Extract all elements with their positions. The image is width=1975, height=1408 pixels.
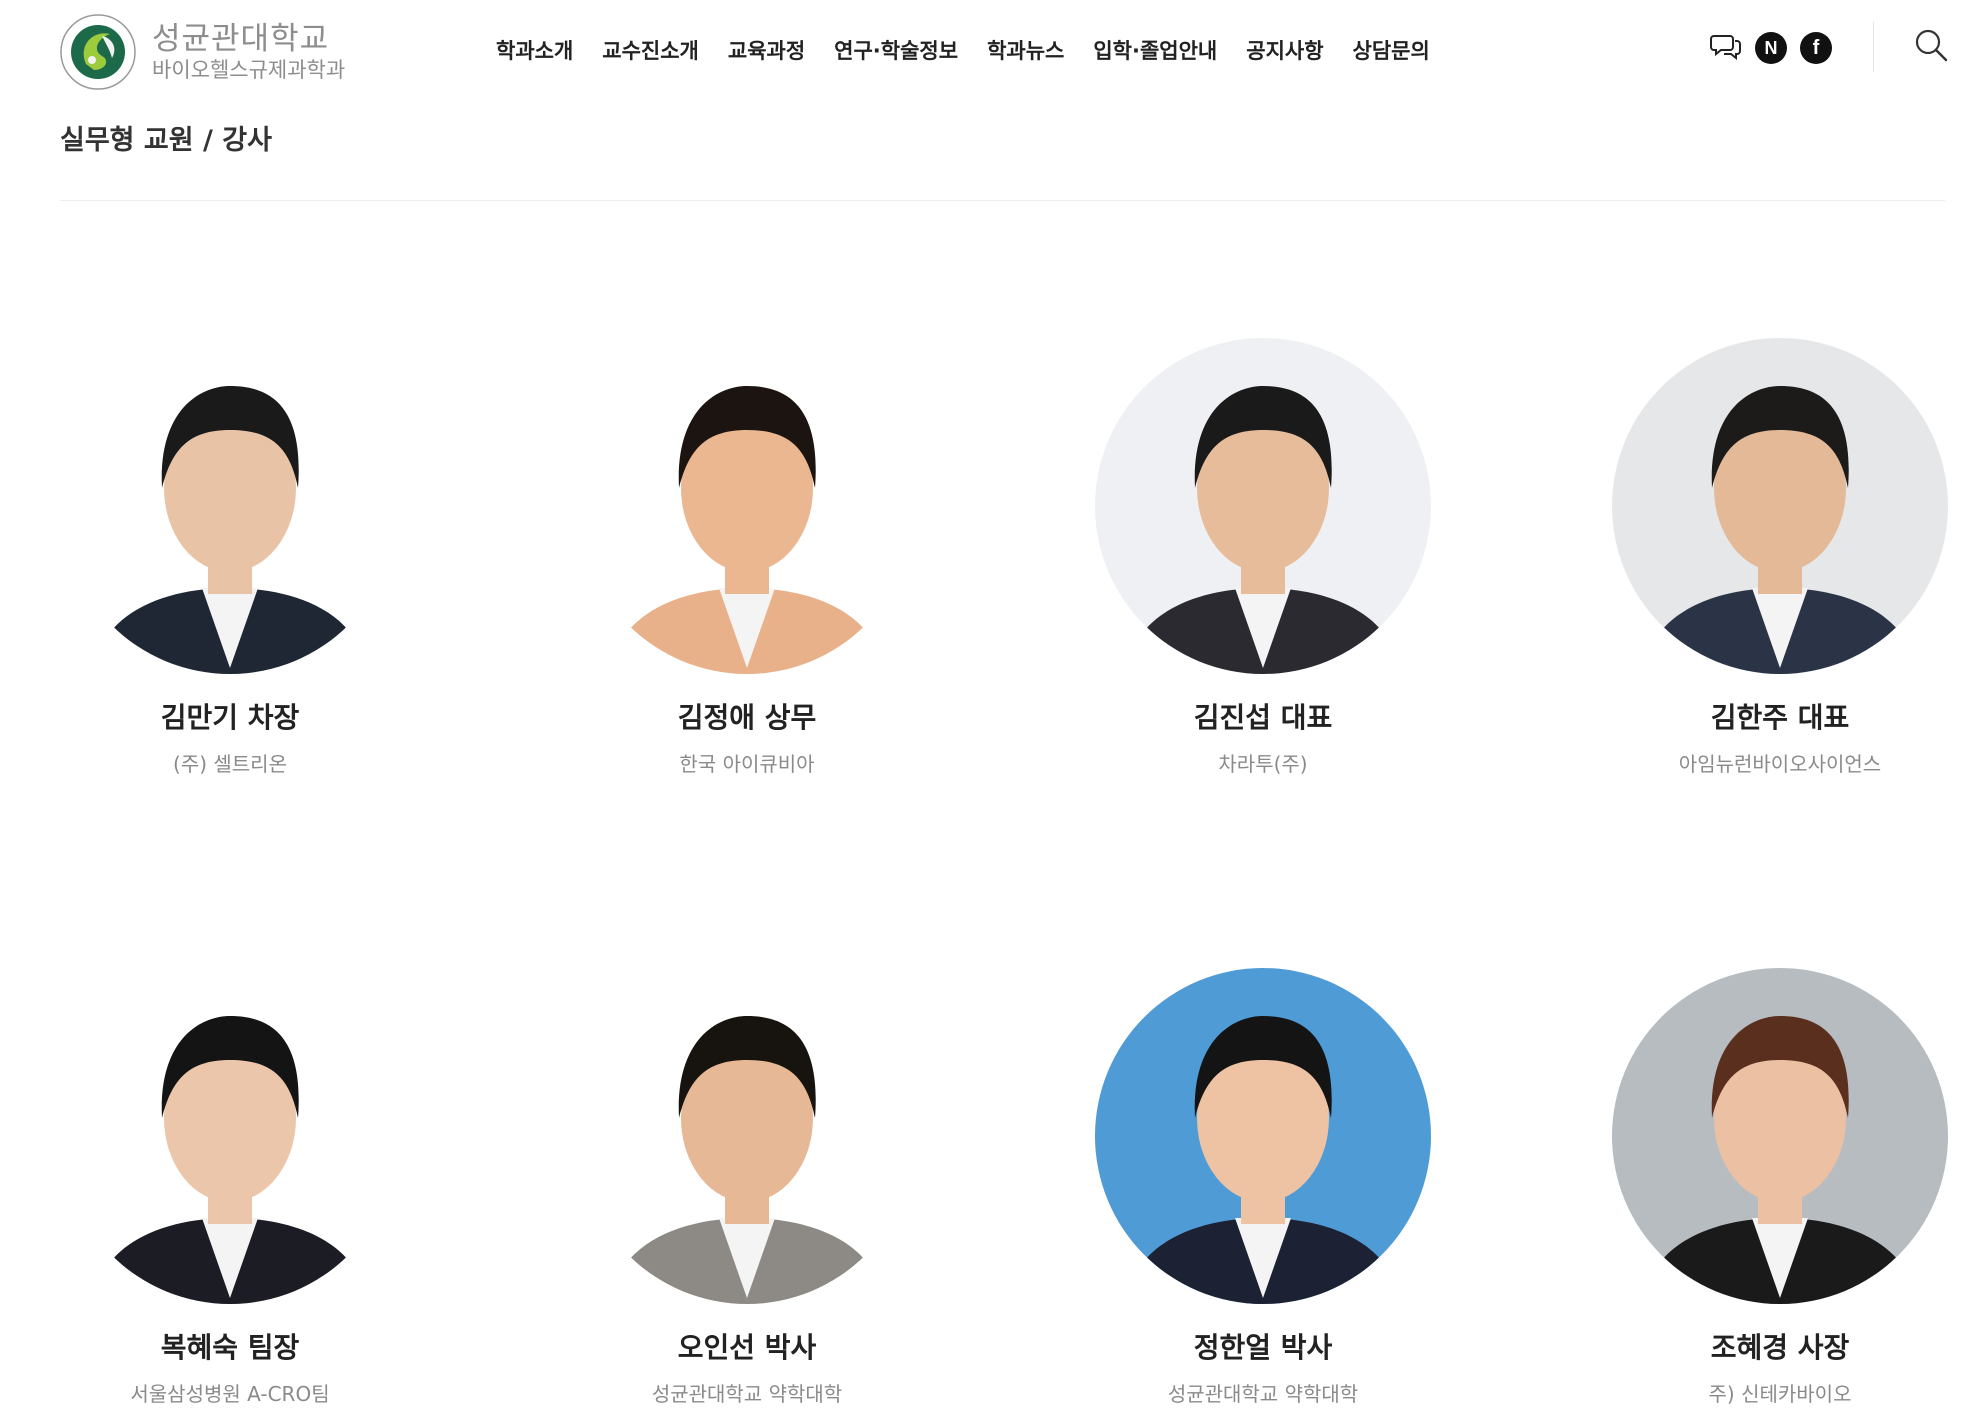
nav-item-inquiry[interactable]: 상담문의 (1353, 35, 1430, 65)
nav-item-curriculum[interactable]: 교육과정 (728, 35, 805, 65)
nav-item-faculty[interactable]: 교수진소개 (602, 35, 699, 65)
nav-item-admission[interactable]: 입학·졸업안내 (1093, 35, 1217, 65)
nav-item-department-intro[interactable]: 학과소개 (496, 35, 573, 65)
title-divider (60, 200, 1945, 201)
portrait-image (579, 338, 915, 674)
staff-name: 정한얼 박사 (1193, 1331, 1333, 1364)
portrait-image (62, 338, 398, 674)
staff-card[interactable]: 김한주 대표 아임뉴런바이오사이언스 (1610, 338, 1950, 777)
site-header: 성균관대학교 바이오헬스규제과학과 학과소개 교수진소개 교육과정 연구·학술정… (0, 0, 1975, 100)
portrait-image (62, 968, 398, 1304)
staff-photo (1612, 968, 1948, 1304)
staff-name: 조혜경 사장 (1710, 1331, 1850, 1364)
staff-photo (579, 968, 915, 1304)
header-divider (1873, 22, 1874, 72)
staff-card[interactable]: 정한얼 박사 성균관대학교 약학대학 (1093, 968, 1433, 1407)
staff-affiliation: 성균관대학교 약학대학 (1167, 1382, 1359, 1406)
search-icon[interactable] (1914, 28, 1948, 66)
nav-item-research[interactable]: 연구·학술정보 (834, 35, 958, 65)
chat-bubbles-icon[interactable] (1710, 32, 1742, 64)
staff-affiliation: 성균관대학교 약학대학 (651, 1382, 843, 1406)
main-nav: 학과소개 교수진소개 교육과정 연구·학술정보 학과뉴스 입학·졸업안내 공지사… (496, 30, 1459, 70)
naver-blog-icon[interactable]: N (1755, 32, 1787, 64)
nav-item-news[interactable]: 학과뉴스 (987, 35, 1064, 65)
portrait-image (1095, 338, 1431, 674)
staff-name: 복혜숙 팀장 (160, 1331, 300, 1364)
staff-card[interactable]: 복혜숙 팀장 서울삼성병원 A-CRO팀 (60, 968, 400, 1407)
staff-photo (1095, 338, 1431, 674)
portrait-image (1095, 968, 1431, 1304)
staff-card[interactable]: 오인선 박사 성균관대학교 약학대학 (577, 968, 917, 1407)
page-title: 실무형 교원 / 강사 (60, 125, 272, 156)
staff-card[interactable]: 조혜경 사장 주) 신테카바이오 (1610, 968, 1950, 1407)
staff-name: 김진섭 대표 (1193, 701, 1333, 734)
staff-card[interactable]: 김진섭 대표 차라투(주) (1093, 338, 1433, 777)
staff-photo (62, 338, 398, 674)
staff-card[interactable]: 김정애 상무 한국 아이큐비아 (577, 338, 917, 777)
nav-item-notice[interactable]: 공지사항 (1246, 35, 1323, 65)
staff-affiliation: (주) 셀트리온 (173, 752, 287, 776)
logo-university-name: 성균관대학교 (152, 21, 330, 57)
staff-photo (1095, 968, 1431, 1304)
university-logo[interactable]: 성균관대학교 바이오헬스규제과학과 (58, 12, 348, 92)
staff-affiliation: 주) 신테카바이오 (1708, 1382, 1852, 1406)
university-emblem-icon (58, 12, 138, 92)
staff-card[interactable]: 김만기 차장 (주) 셀트리온 (60, 338, 400, 777)
staff-affiliation: 한국 아이큐비아 (679, 752, 815, 776)
staff-photo (62, 968, 398, 1304)
staff-name: 김정애 상무 (677, 701, 817, 734)
facebook-icon[interactable]: f (1800, 32, 1832, 64)
logo-department-name: 바이오헬스규제과학과 (152, 58, 346, 82)
staff-photo (1612, 338, 1948, 674)
staff-affiliation: 차라투(주) (1218, 752, 1308, 776)
staff-name: 김한주 대표 (1710, 701, 1850, 734)
staff-name: 오인선 박사 (677, 1331, 817, 1364)
staff-name: 김만기 차장 (160, 701, 300, 734)
portrait-image (1612, 338, 1948, 674)
staff-photo (579, 338, 915, 674)
portrait-image (1612, 968, 1948, 1304)
portrait-image (579, 968, 915, 1304)
staff-affiliation: 서울삼성병원 A-CRO팀 (130, 1382, 330, 1406)
staff-affiliation: 아임뉴런바이오사이언스 (1678, 752, 1882, 776)
